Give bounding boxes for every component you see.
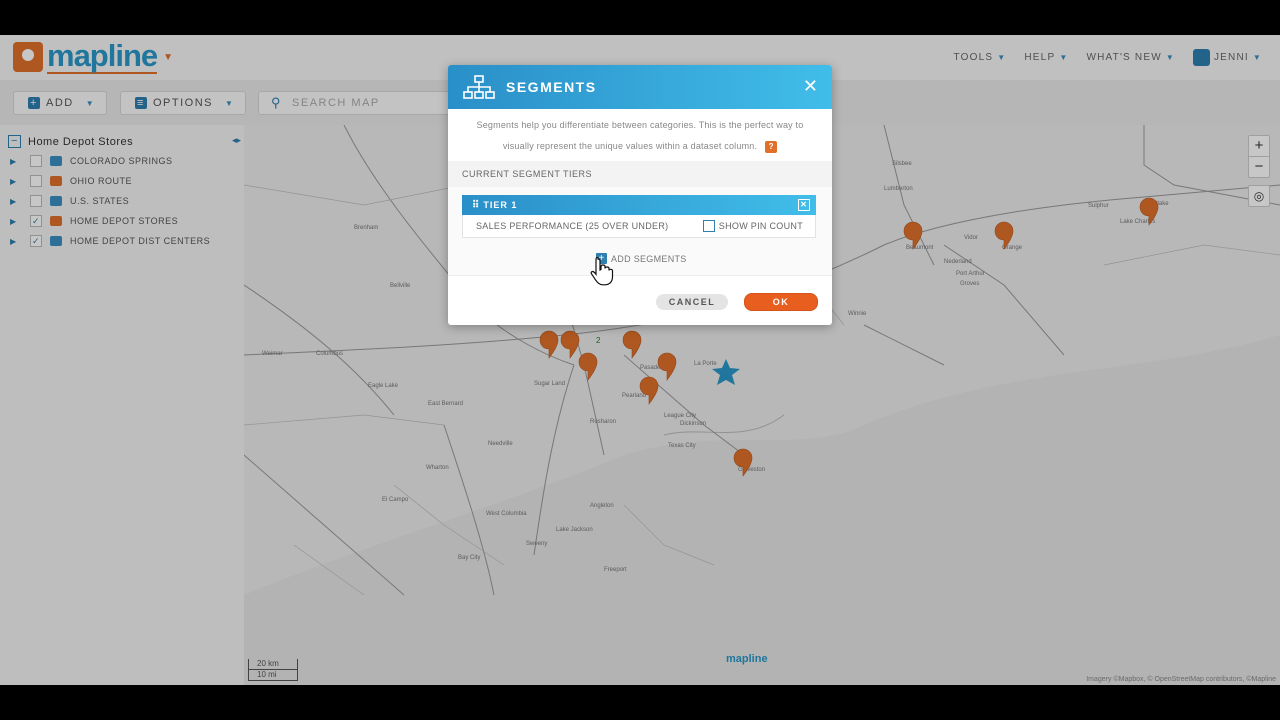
help-icon[interactable]: ? <box>765 140 778 153</box>
tier-body[interactable]: SALES PERFORMANCE (25 OVER UNDER) SHOW P… <box>462 215 816 238</box>
tier-card: ⠿ TIER 1 ✕ SALES PERFORMANCE (25 OVER UN… <box>462 195 816 238</box>
dialog-title: SEGMENTS <box>506 79 597 95</box>
drag-handle-icon[interactable]: ⠿ <box>472 200 479 211</box>
hierarchy-icon <box>463 75 495 99</box>
close-icon[interactable]: ✕ <box>803 77 818 95</box>
section-label: CURRENT SEGMENT TIERS <box>448 161 832 187</box>
dialog-description: Segments help you differentiate between … <box>448 109 832 161</box>
tier-label: TIER 1 <box>483 200 518 210</box>
add-segments-label: ADD SEGMENTS <box>611 253 687 264</box>
tier-header[interactable]: ⠿ TIER 1 ✕ <box>462 195 816 215</box>
ok-button[interactable]: OK <box>744 293 818 311</box>
description-line-1: Segments help you differentiate between … <box>476 120 804 130</box>
dialog-header: SEGMENTS ✕ <box>448 65 832 109</box>
app-frame: mapline ▼ TOOLS ▼ HELP ▼ WHAT'S NEW ▼ JENNI… <box>0 35 1280 685</box>
tier-column-value: SALES PERFORMANCE (25 OVER UNDER) <box>476 221 669 231</box>
dialog-footer: CANCEL OK <box>448 281 832 325</box>
remove-tier-icon[interactable]: ✕ <box>798 199 810 211</box>
show-pin-count[interactable]: SHOW PIN COUNT <box>702 220 803 232</box>
show-pin-count-checkbox[interactable] <box>702 220 715 232</box>
tier-area: ⠿ TIER 1 ✕ SALES PERFORMANCE (25 OVER UN… <box>448 187 832 286</box>
description-line-2: visually represent the unique values wit… <box>502 141 758 151</box>
segments-dialog: SEGMENTS ✕ Segments help you differentia… <box>448 65 832 325</box>
cancel-button[interactable]: CANCEL <box>656 294 728 310</box>
show-pin-count-label: SHOW PIN COUNT <box>718 221 803 231</box>
